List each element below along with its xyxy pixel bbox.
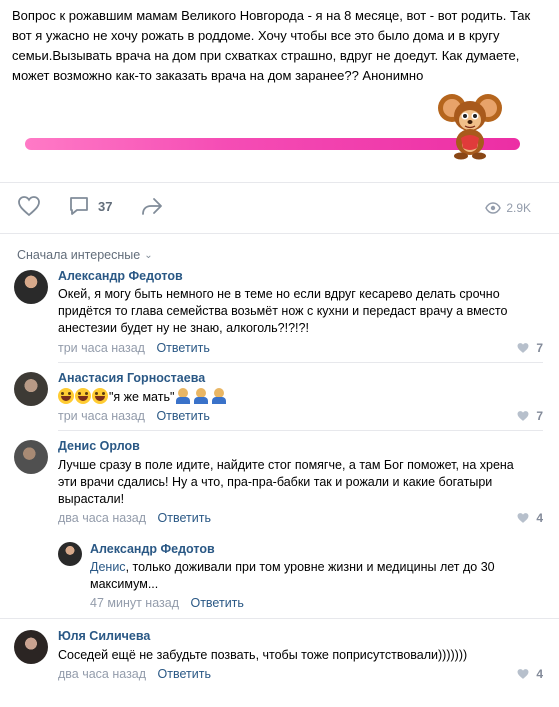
divider [58, 362, 543, 363]
comment-time[interactable]: два часа назад [58, 511, 146, 525]
comment-button[interactable]: 37 [68, 195, 112, 217]
laughing-emoji-icon [75, 388, 91, 404]
comment-like-button[interactable]: 7 [516, 341, 543, 355]
reply-button[interactable]: Ответить [156, 341, 209, 355]
cheburashka-image [438, 94, 502, 160]
views-counter: 2.9K [485, 201, 531, 215]
divider [58, 430, 543, 431]
post-actions: 37 2.9K [0, 190, 559, 224]
heart-icon [517, 411, 529, 421]
comment-meta: два часа назад Ответить [58, 667, 211, 681]
comment-text: Соседей ещё не забудьте позвать, чтобы т… [58, 648, 468, 662]
laughing-emoji-icon [92, 388, 108, 404]
comment-time[interactable]: два часа назад [58, 667, 146, 681]
facepalm-emoji-icon [194, 388, 209, 404]
divider [0, 233, 559, 234]
comment-icon [70, 197, 88, 215]
avatar[interactable] [14, 270, 48, 304]
mention-link[interactable]: Денис [90, 560, 126, 574]
comment-quote: "я же мать" [109, 390, 175, 404]
comment-text: Окей, я могу быть немного не в теме но е… [58, 287, 508, 335]
post-text: Вопрос к рожавшим мамам Великого Новгоро… [12, 8, 531, 83]
views-count: 2.9K [506, 201, 531, 215]
sort-label: Сначала интересные [17, 248, 141, 262]
heart-icon [517, 669, 529, 679]
comment-like-button[interactable]: 4 [516, 667, 543, 681]
avatar[interactable] [14, 440, 48, 474]
like-count: 7 [536, 341, 543, 355]
comment-time[interactable]: три часа назад [58, 409, 145, 423]
eye-icon [485, 202, 502, 214]
facepalm-emoji-icon [176, 388, 191, 404]
comment-meta: три часа назад Ответить [58, 409, 210, 423]
comment-time[interactable]: 47 минут назад [90, 596, 179, 610]
reply-button[interactable]: Ответить [190, 596, 243, 610]
comment-like-button[interactable]: 4 [516, 511, 543, 525]
comment-author[interactable]: Александр Федотов [90, 542, 215, 556]
heart-icon [517, 343, 529, 353]
comment-meta: 47 минут назад Ответить [90, 596, 244, 610]
like-count: 7 [536, 409, 543, 423]
comment-author[interactable]: Анастасия Горностаева [58, 371, 205, 385]
reply-button[interactable]: Ответить [156, 409, 209, 423]
avatar[interactable] [14, 372, 48, 406]
comment-body: , только доживали при том уровне жизни и… [90, 560, 495, 591]
like-count: 4 [536, 511, 543, 525]
avatar[interactable] [58, 542, 82, 566]
comment-meta: три часа назад Ответить [58, 341, 210, 355]
facepalm-emoji-icon [212, 388, 227, 404]
comment-author[interactable]: Юля Силичева [58, 629, 150, 643]
like-count: 4 [536, 667, 543, 681]
post-banner [25, 90, 520, 165]
comment-text: Денис, только доживали при том уровне жи… [90, 559, 530, 593]
comments-count: 37 [98, 198, 113, 214]
comment-text: "я же мать" [58, 388, 508, 406]
comments-sort-dropdown[interactable]: Сначала интересные ⌄ [17, 248, 153, 262]
share-icon [142, 198, 162, 215]
reply-button[interactable]: Ответить [158, 667, 211, 681]
comment-time[interactable]: три часа назад [58, 341, 145, 355]
avatar[interactable] [14, 630, 48, 664]
like-button[interactable] [17, 195, 41, 217]
heart-icon [18, 196, 40, 217]
reply-button[interactable]: Ответить [158, 511, 211, 525]
heart-icon [517, 513, 529, 523]
comment-author[interactable]: Денис Орлов [58, 439, 140, 453]
comment-like-button[interactable]: 7 [516, 409, 543, 423]
comment-meta: два часа назад Ответить [58, 511, 211, 525]
comment-text: Лучше сразу в поле идите, найдите стог п… [58, 458, 514, 506]
laughing-emoji-icon [58, 388, 74, 404]
chevron-down-icon: ⌄ [144, 249, 153, 261]
comment-author[interactable]: Александр Федотов [58, 269, 183, 283]
divider [0, 618, 559, 619]
share-button[interactable] [140, 195, 164, 217]
divider [0, 182, 559, 183]
